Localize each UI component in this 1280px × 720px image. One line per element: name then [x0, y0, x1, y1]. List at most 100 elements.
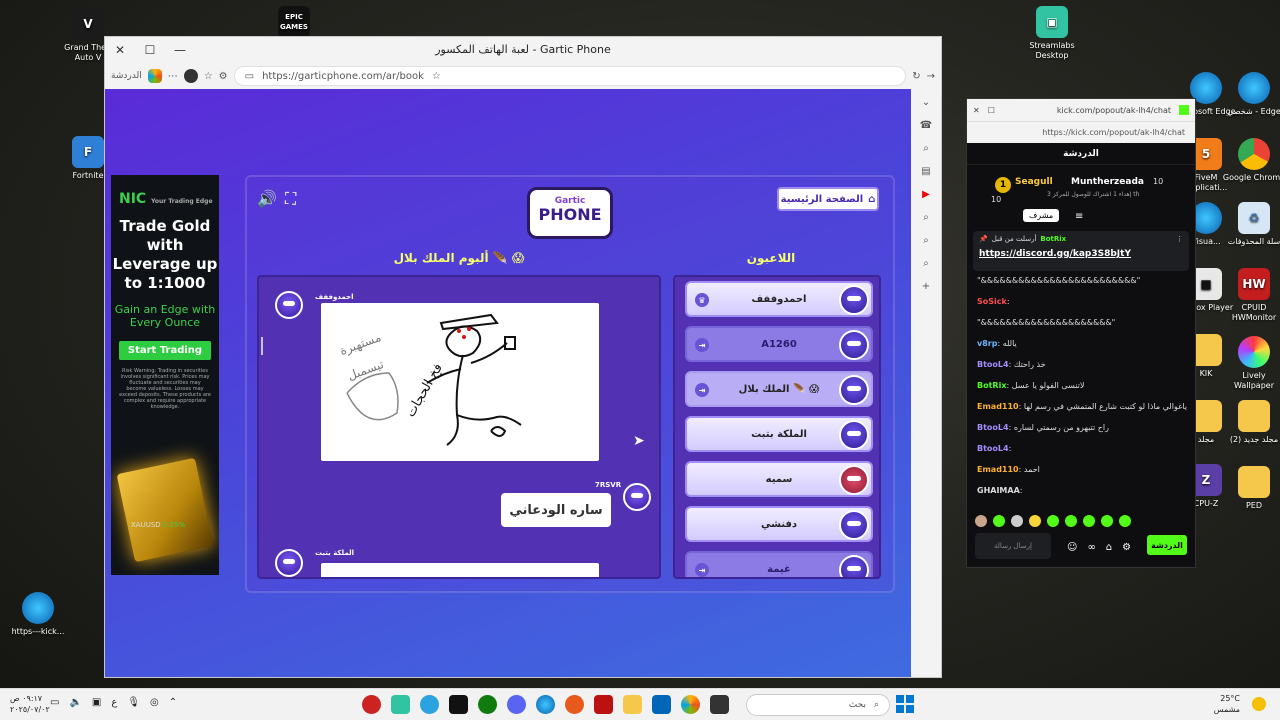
emote-icon[interactable] — [1047, 515, 1059, 527]
discord-icon[interactable] — [507, 695, 526, 714]
sidebar-app-icon[interactable]: ▤ — [921, 166, 930, 177]
forward-icon[interactable]: → — [927, 71, 935, 82]
xbox-icon[interactable] — [478, 695, 497, 714]
chat-input[interactable]: إرسال رسالة — [975, 533, 1051, 559]
sound-button[interactable]: 🔊 — [257, 189, 277, 208]
search-icon[interactable]: ⌕ — [923, 143, 929, 154]
clock[interactable]: ٠٩:١٧ ص ٢٠٢٥/٠٧/٠٢ — [10, 693, 50, 715]
send-chat-button[interactable]: الدردشة — [1147, 535, 1187, 555]
reader-icon[interactable]: ▭ — [245, 71, 254, 82]
favorites-icon[interactable]: ☆ — [204, 71, 213, 82]
url-field[interactable]: ▭ https://garticphone.com/ar/book ☆ — [233, 66, 907, 86]
link-icon[interactable]: ∞ — [1087, 542, 1095, 553]
network-icon[interactable]: ▣ — [92, 697, 101, 708]
taskbar-search[interactable]: بحث ⌕ — [746, 694, 890, 716]
album-scrollbar[interactable] — [261, 337, 263, 355]
emote-icon[interactable] — [993, 515, 1005, 527]
emote-icon[interactable] — [975, 515, 987, 527]
copilot-icon[interactable] — [147, 69, 162, 83]
player-item[interactable]: الملكة بتبت — [685, 416, 873, 452]
streamlabs-icon[interactable] — [391, 695, 410, 714]
gartic-page: NIC Your Trading Edge Trade Gold with Le… — [105, 89, 913, 677]
chat-label[interactable]: الدردشة — [111, 71, 142, 81]
store-icon[interactable]: ⌂ — [1106, 542, 1112, 553]
emoji-icon[interactable]: ☺ — [1067, 542, 1077, 553]
player-item[interactable]: دفنشي — [685, 506, 873, 542]
filter-icon[interactable]: ≡ — [1075, 211, 1083, 222]
volume-icon[interactable]: 🔈 — [69, 697, 81, 708]
emote-icon[interactable] — [1011, 515, 1023, 527]
desktop-icon-edge-personal[interactable]: شخصي - Edge — [1222, 72, 1280, 117]
notification-icon[interactable]: ▭ — [50, 697, 59, 708]
telegram-icon[interactable] — [420, 695, 439, 714]
chat-message: v8rp: يالله — [977, 339, 1017, 348]
acrobat-icon[interactable] — [594, 695, 613, 714]
app-icon[interactable] — [710, 695, 729, 714]
youtube-icon[interactable]: ▶ — [922, 189, 930, 200]
drawing-author: احمدوففف — [315, 293, 354, 301]
collapse-icon[interactable]: ⌄ — [922, 97, 930, 108]
emote-icon[interactable] — [1083, 515, 1095, 527]
store-icon[interactable] — [652, 695, 671, 714]
app-icon[interactable] — [565, 695, 584, 714]
chat-message: Emad110: ياغوالي ماذا لو كتبت شارع المتم… — [977, 402, 1187, 411]
maximize-icon[interactable]: ☐ — [988, 106, 995, 115]
search-icon[interactable]: ⌕ — [923, 235, 929, 246]
guess-author: 7RSVR — [595, 481, 622, 489]
pinned-link[interactable]: https://discord.gg/kap3S8bJtY — [979, 249, 1183, 259]
file-explorer-icon[interactable] — [623, 695, 642, 714]
edge-icon[interactable] — [536, 695, 555, 714]
obs-icon[interactable] — [362, 695, 381, 714]
desktop-icon-kick-shortcut[interactable]: https---kick... — [6, 592, 70, 637]
trading-ad[interactable]: NIC Your Trading Edge Trade Gold with Le… — [111, 175, 219, 575]
album-panel[interactable]: احمدوففف مستهبرة تيسمبل فخ الحجات 7RSVR — [257, 275, 661, 579]
home-icon: ⌂ — [868, 193, 876, 205]
avatar — [623, 483, 651, 511]
add-icon[interactable]: + — [922, 281, 930, 292]
chevron-up-icon[interactable]: ⌃ — [169, 697, 177, 708]
settings-icon[interactable]: ⚙ — [1122, 542, 1131, 553]
refresh-icon[interactable]: ↻ — [912, 71, 920, 82]
player-item[interactable]: سميه — [685, 461, 873, 497]
pinned-message[interactable]: 📌 أرسلت من قبل BotRix ⋮ https://discord.… — [973, 231, 1189, 271]
kick-url-text[interactable]: https://kick.com/popout/ak-lh4/chat — [1042, 128, 1185, 137]
taskbar-apps — [362, 695, 729, 714]
player-item[interactable]: ♛ احمدوففف — [685, 281, 873, 317]
kick-url-bar[interactable]: https://kick.com/popout/ak-lh4/chat — [967, 121, 1195, 143]
pinned-user: BotRix — [1040, 235, 1067, 243]
drawing-canvas — [321, 563, 599, 577]
ad-cta-button[interactable]: Start Trading — [119, 341, 211, 360]
chat-message: BtooL4: راح تتبهرو من رسمتي لساره — [977, 423, 1109, 432]
favorite-star-icon[interactable]: ☆ — [432, 71, 441, 82]
tray-icon[interactable]: ◎ — [150, 697, 159, 708]
fullscreen-button[interactable]: ⛶ — [285, 189, 296, 209]
players-panel[interactable]: ♛ احمدوففف ⇥ A1260 ⇥ الملك بلال 🪶 😱 المل… — [673, 275, 881, 579]
url-text[interactable]: https://garticphone.com/ar/book — [262, 71, 424, 82]
search-icon[interactable]: ⌕ — [923, 212, 929, 223]
player-item[interactable]: ⇥ A1260 — [685, 326, 873, 362]
start-button[interactable] — [896, 695, 914, 713]
clock-time: ٠٩:١٧ ص — [10, 694, 43, 703]
epic-games-icon[interactable] — [449, 695, 468, 714]
extensions-icon[interactable]: ⚙ — [219, 71, 228, 82]
desktop-icon-streamlabs[interactable]: ▣ Streamlabs Desktop — [1020, 6, 1084, 61]
search-icon[interactable]: ⌕ — [923, 258, 929, 269]
emote-bar[interactable] — [975, 515, 1187, 527]
player-item[interactable]: ⇥ غيمة — [685, 551, 873, 577]
emote-icon[interactable] — [1029, 515, 1041, 527]
more-icon[interactable]: ⋯ — [168, 71, 178, 82]
close-icon[interactable]: ✕ — [973, 106, 980, 115]
weather-widget[interactable]: 25°C مشمس — [1214, 693, 1240, 715]
language-icon[interactable]: ع — [111, 697, 117, 708]
player-item[interactable]: ⇥ الملك بلال 🪶 😱 — [685, 371, 873, 407]
sidebar-app-icon[interactable]: ☎ — [920, 120, 932, 131]
emote-icon[interactable] — [1065, 515, 1077, 527]
profile-avatar[interactable] — [183, 69, 198, 83]
home-button[interactable]: الصفحة الرئيسية ⌂ — [777, 187, 879, 211]
more-icon[interactable]: ⋮ — [1176, 235, 1183, 243]
mic-icon[interactable]: 🎙 — [127, 697, 140, 708]
emote-icon[interactable] — [1101, 515, 1113, 527]
copilot-icon[interactable] — [681, 695, 700, 714]
browser-sidebar: ⌄ ☎ ⌕ ▤ ▶ ⌕ ⌕ ⌕ + — [911, 89, 941, 677]
emote-icon[interactable] — [1119, 515, 1131, 527]
